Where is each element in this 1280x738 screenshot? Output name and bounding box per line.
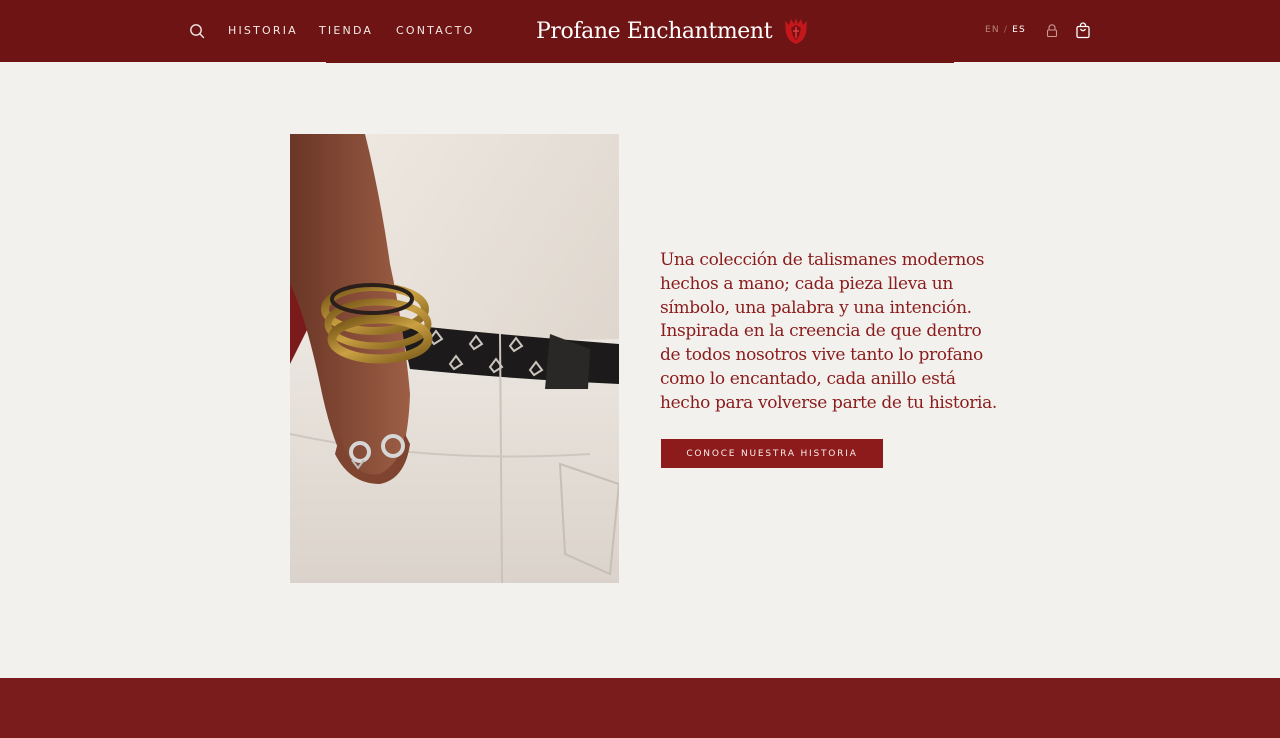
brand-name: Profane Enchantment xyxy=(536,18,773,44)
nav-historia-link[interactable]: HISTORIA xyxy=(228,24,298,37)
footer-band xyxy=(0,678,1280,738)
shopping-bag-icon[interactable] xyxy=(1075,22,1091,39)
lang-separator: / xyxy=(1003,25,1009,35)
hero-photo xyxy=(290,134,619,583)
lang-es-link[interactable]: ES xyxy=(1012,25,1026,35)
site-header: HISTORIA TIENDA CONTACTO Profane Enchant… xyxy=(0,0,1280,62)
search-icon[interactable] xyxy=(188,22,206,40)
collection-description: Una colección de talismanes modernos hec… xyxy=(660,250,997,413)
brand-logo-link[interactable]: Profane Enchantment xyxy=(536,14,810,48)
crest-icon xyxy=(785,18,808,44)
lock-icon[interactable] xyxy=(1045,23,1059,38)
our-story-button[interactable]: CONOCE NUESTRA HISTORIA xyxy=(661,439,883,468)
nav-tienda-link[interactable]: TIENDA xyxy=(319,24,373,37)
language-switcher: EN / ES xyxy=(985,25,1026,35)
header-divider xyxy=(326,62,954,63)
nav-contacto-link[interactable]: CONTACTO xyxy=(396,24,474,37)
lang-en-link[interactable]: EN xyxy=(985,25,1000,35)
